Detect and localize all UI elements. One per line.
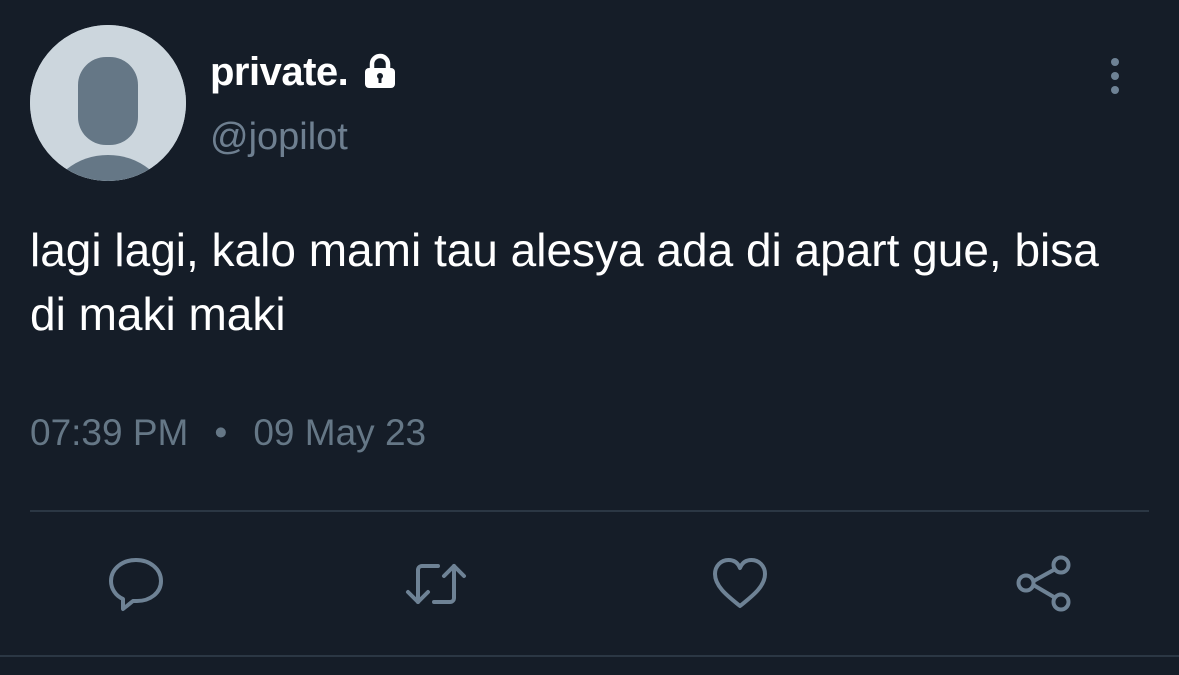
bottom-divider (0, 655, 1179, 657)
meta-separator: • (214, 412, 228, 453)
display-name-row: private. (210, 46, 400, 98)
share-button[interactable] (1012, 552, 1076, 616)
divider (30, 510, 1149, 512)
display-name[interactable]: private. (210, 50, 349, 95)
more-options-icon[interactable] (1098, 56, 1132, 96)
heart-icon (713, 558, 767, 608)
retweet-icon (406, 564, 466, 604)
share-icon (1016, 555, 1071, 612)
retweet-button[interactable] (404, 552, 468, 616)
tweet-timestamp: 07:39 PM • 09 May 23 (30, 412, 426, 454)
tweet-card: private. @jopilot lagi lagi, kalo mami t… (0, 0, 1179, 675)
lock-icon (360, 52, 400, 92)
default-avatar-icon (30, 25, 186, 181)
like-button[interactable] (708, 552, 772, 616)
avatar[interactable] (30, 25, 186, 181)
tweet-date: 09 May 23 (253, 412, 427, 453)
user-handle[interactable]: @jopilot (210, 116, 348, 159)
speech-bubble-icon (109, 558, 163, 611)
tweet-text: lagi lagi, kalo mami tau alesya ada di a… (30, 224, 1099, 340)
reply-button[interactable] (104, 552, 168, 616)
tweet-time: 07:39 PM (30, 412, 189, 453)
